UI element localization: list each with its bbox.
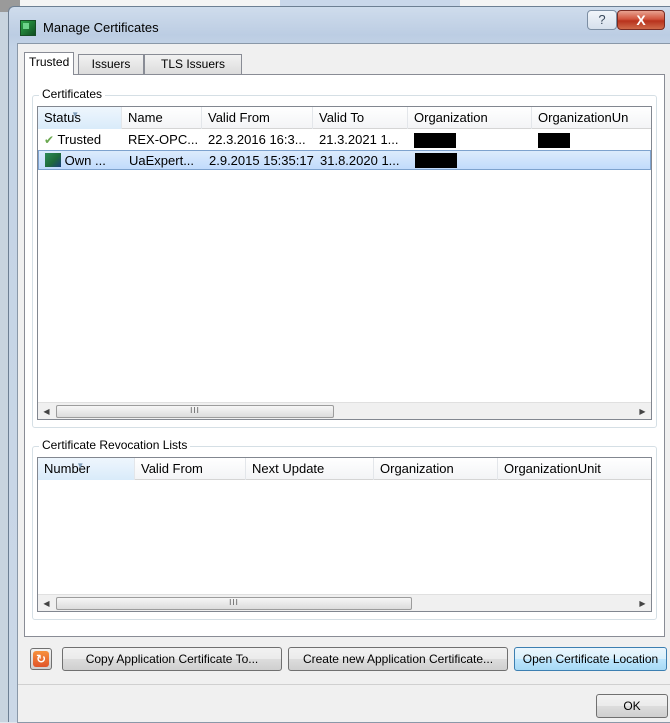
scroll-left-icon[interactable]: ◀: [38, 403, 55, 419]
column-header-organization[interactable]: Organization: [408, 107, 532, 129]
certificates-group-title: Certificates: [39, 87, 106, 101]
app-icon: [20, 20, 36, 36]
status-cell: Own ...: [39, 151, 123, 171]
certificates-list[interactable]: ▼ Status Name Valid From Valid To Organi…: [37, 106, 652, 420]
status-text: Own ...: [64, 153, 106, 168]
scroll-thumb[interactable]: III: [56, 405, 334, 418]
name-cell: REX-OPC...: [128, 132, 199, 147]
scroll-right-icon[interactable]: ▶: [634, 403, 651, 419]
status-text: Trusted: [57, 132, 102, 147]
tab-tls-issuers[interactable]: TLS Issuers: [144, 54, 242, 74]
manage-certificates-dialog: Manage Certificates ? X Trusted Issuers …: [8, 6, 670, 723]
crl-group: Certificate Revocation Lists ▼ Number Va…: [32, 438, 657, 620]
scroll-left-icon[interactable]: ◀: [38, 595, 55, 611]
sort-indicator-icon: ▼: [71, 110, 80, 119]
close-button[interactable]: X: [617, 10, 665, 30]
certificates-horizontal-scrollbar[interactable]: ◀ III ▶: [38, 402, 651, 419]
valid-to-cell: 21.3.2021 1...: [319, 132, 399, 147]
table-row[interactable]: Own ... UaExpert... 2.9.2015 15:35:17 31…: [38, 150, 651, 170]
certificates-group: Certificates ▼ Status Name Valid From Va…: [32, 87, 657, 428]
column-header-organization-unit[interactable]: OrganizationUnit: [498, 458, 651, 480]
status-cell: ✔ Trusted: [38, 130, 122, 150]
tab-trusted[interactable]: Trusted: [24, 52, 74, 75]
crl-header: ▼ Number Valid From Next Update Organiza…: [38, 458, 651, 480]
name-cell: UaExpert...: [129, 153, 195, 168]
certificate-icon: [45, 153, 61, 167]
certificates-header: ▼ Status Name Valid From Valid To Organi…: [38, 107, 651, 129]
valid-from-cell: 22.3.2016 16:3...: [208, 132, 306, 147]
column-header-number[interactable]: ▼ Number: [38, 458, 135, 480]
table-row[interactable]: ✔ Trusted REX-OPC... 22.3.2016 16:3... 2…: [38, 130, 651, 150]
title-bar[interactable]: Manage Certificates ? X: [9, 7, 670, 43]
refresh-icon: ↻: [33, 651, 49, 667]
column-header-next-update[interactable]: Next Update: [246, 458, 374, 480]
ok-button[interactable]: OK: [596, 694, 668, 718]
redacted-organization: [414, 133, 456, 148]
crl-horizontal-scrollbar[interactable]: ◀ III ▶: [38, 594, 651, 611]
divider: [18, 684, 670, 685]
create-application-certificate-button[interactable]: Create new Application Certificate...: [288, 647, 508, 671]
crl-list[interactable]: ▼ Number Valid From Next Update Organiza…: [37, 457, 652, 612]
valid-from-cell: 2.9.2015 15:35:17: [209, 153, 314, 168]
help-button[interactable]: ?: [587, 10, 617, 30]
open-certificate-location-button[interactable]: Open Certificate Location: [514, 647, 667, 671]
tab-issuers[interactable]: Issuers: [78, 54, 144, 74]
column-header-organization[interactable]: Organization: [374, 458, 498, 480]
column-header-name[interactable]: Name: [122, 107, 202, 129]
sort-indicator-icon: ▼: [76, 461, 85, 470]
refresh-button[interactable]: ↻: [30, 648, 52, 670]
valid-to-cell: 31.8.2020 1...: [320, 153, 400, 168]
redacted-organization-unit: [538, 133, 570, 148]
dialog-client-area: Trusted Issuers TLS Issuers Certificates…: [17, 43, 670, 723]
scroll-right-icon[interactable]: ▶: [634, 595, 651, 611]
column-header-organization-unit[interactable]: OrganizationUn: [532, 107, 651, 129]
scroll-thumb[interactable]: III: [56, 597, 412, 610]
column-header-valid-from[interactable]: Valid From: [202, 107, 313, 129]
checkmark-icon: ✔: [44, 133, 55, 147]
column-header-valid-to[interactable]: Valid To: [313, 107, 408, 129]
redacted-organization: [415, 153, 457, 168]
trusted-tab-page: Certificates ▼ Status Name Valid From Va…: [24, 74, 665, 637]
copy-application-certificate-button[interactable]: Copy Application Certificate To...: [62, 647, 282, 671]
column-header-valid-from[interactable]: Valid From: [135, 458, 246, 480]
crl-group-title: Certificate Revocation Lists: [39, 438, 191, 452]
column-header-status[interactable]: ▼ Status: [38, 107, 122, 129]
window-title: Manage Certificates: [43, 20, 159, 35]
